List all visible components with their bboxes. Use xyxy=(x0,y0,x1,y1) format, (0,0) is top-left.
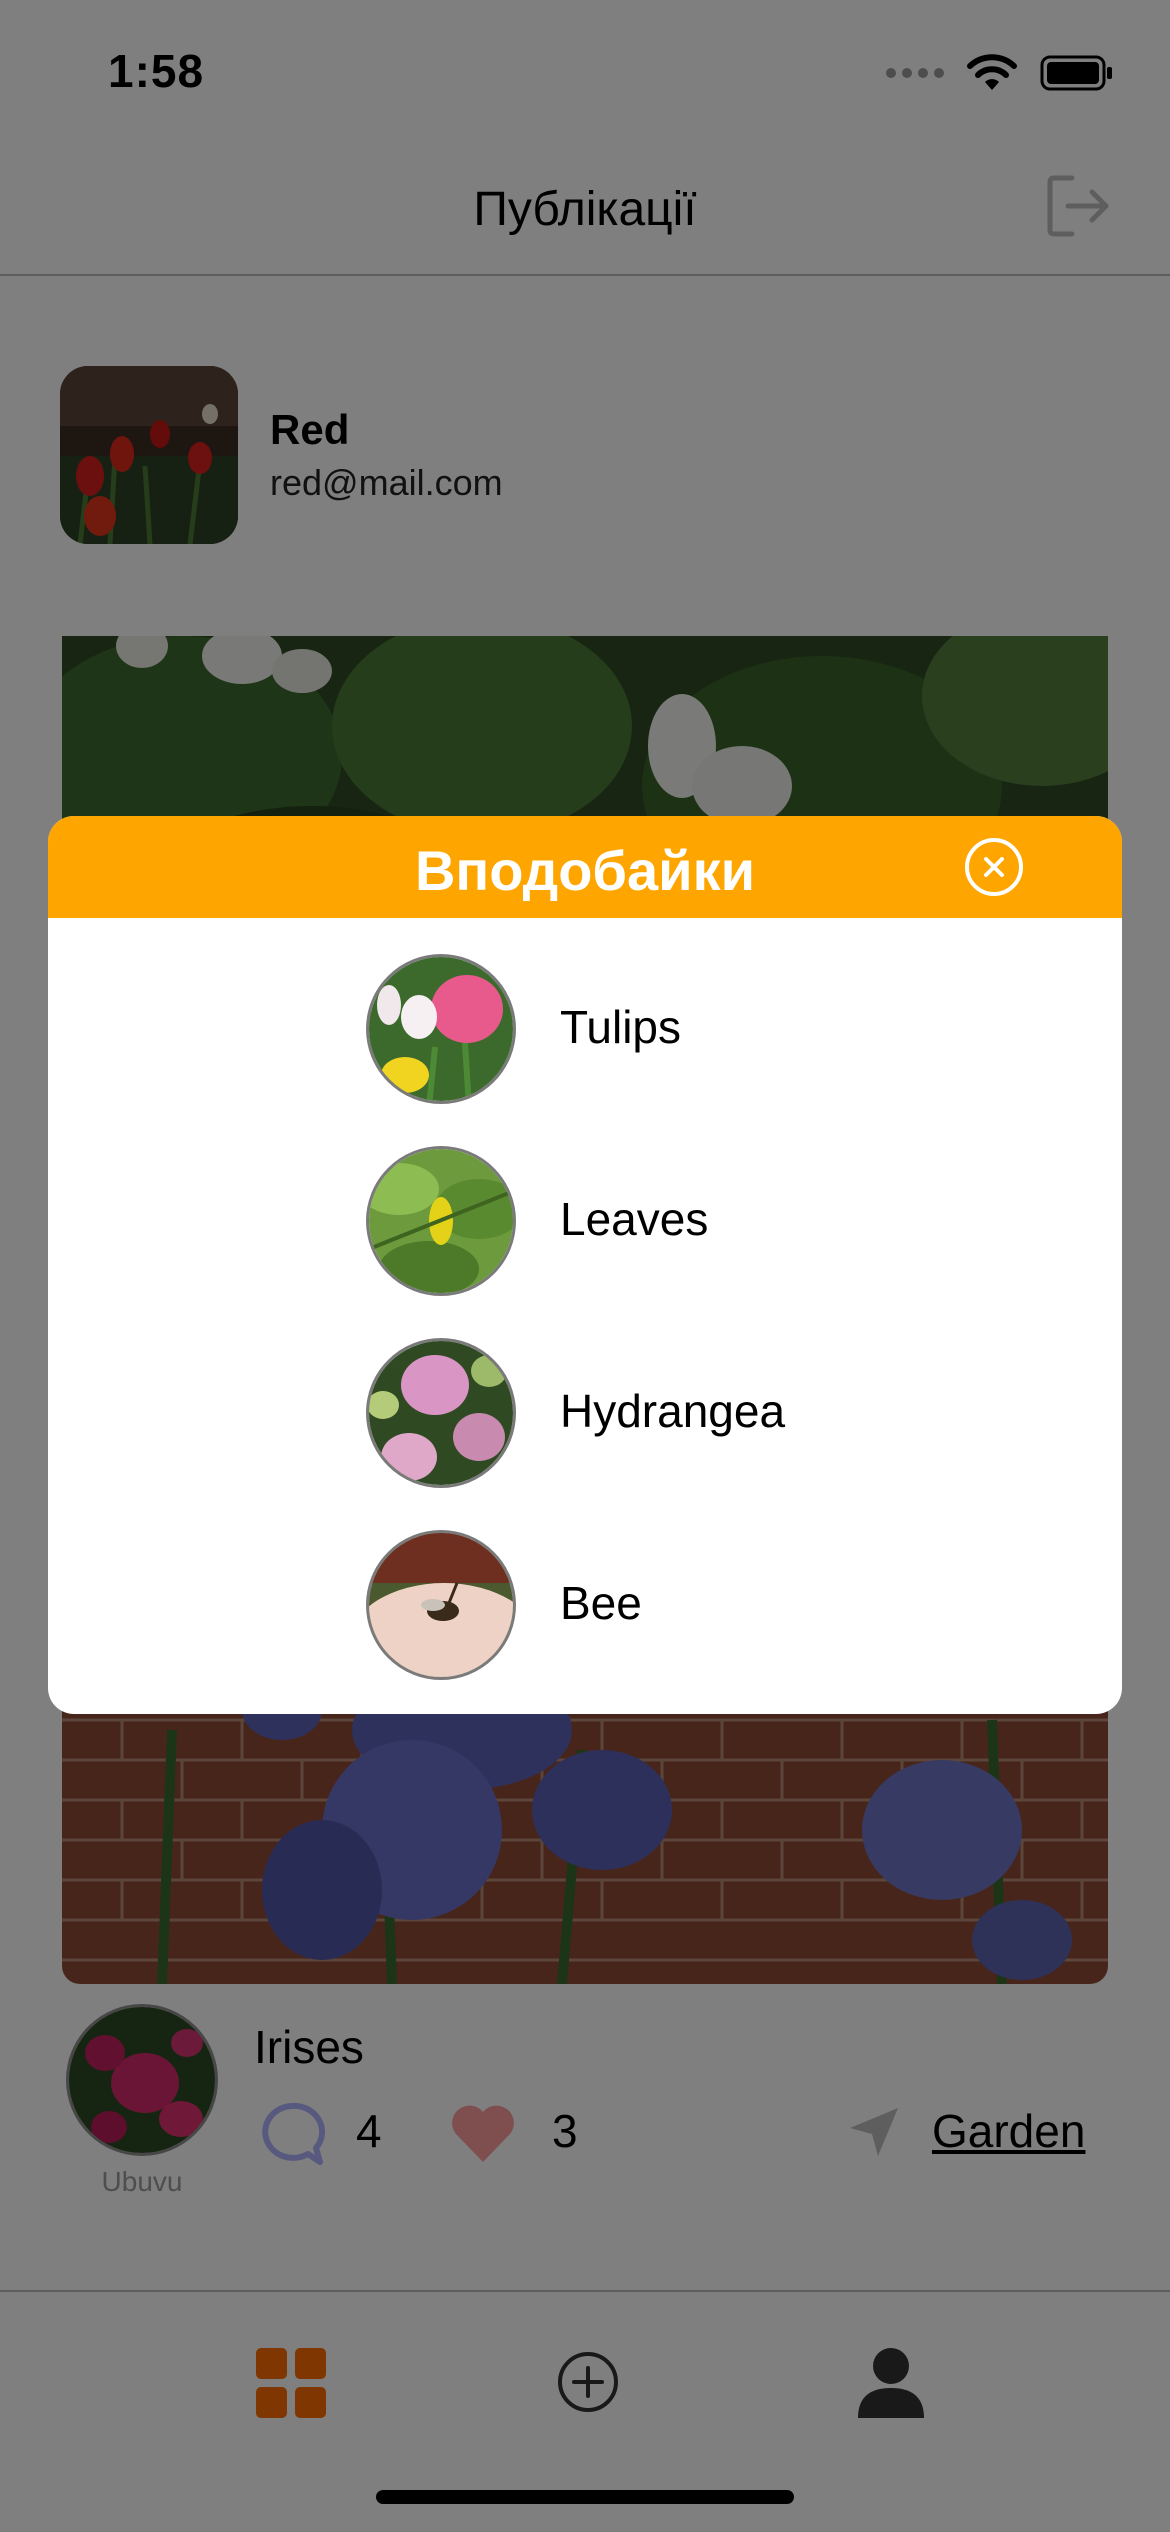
like-item[interactable]: Tulips xyxy=(366,954,1066,1104)
app-screen: 1:58 Публікації xyxy=(0,0,1170,2532)
like-item[interactable]: Hydrangea xyxy=(366,1338,1066,1488)
avatar xyxy=(366,1530,516,1680)
close-icon[interactable] xyxy=(964,837,1024,897)
likes-modal: Вподобайки Tulips Leaves Hydrangea Bee xyxy=(48,816,1122,1714)
like-user-name: Leaves xyxy=(560,1193,709,1245)
modal-header: Вподобайки xyxy=(48,816,1122,918)
modal-title: Вподобайки xyxy=(414,839,756,902)
avatar xyxy=(366,1146,516,1296)
avatar xyxy=(366,1338,516,1488)
like-user-name: Bee xyxy=(560,1577,642,1629)
avatar xyxy=(366,954,516,1104)
like-user-name: Hydrangea xyxy=(560,1385,786,1437)
like-item[interactable]: Leaves xyxy=(366,1146,1066,1296)
like-user-name: Tulips xyxy=(560,1001,681,1053)
like-item[interactable]: Bee xyxy=(366,1530,1066,1680)
